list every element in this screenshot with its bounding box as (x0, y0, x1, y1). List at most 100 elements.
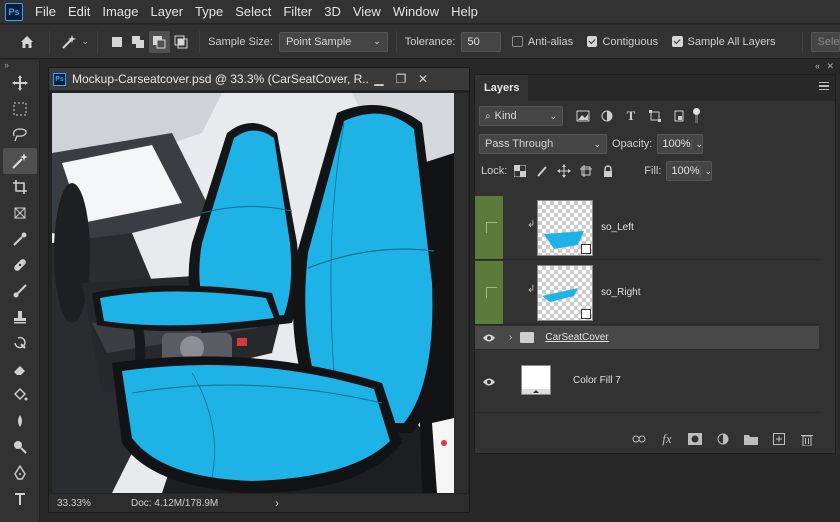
lock-position-icon[interactable] (556, 163, 572, 179)
expand-group-icon[interactable]: › (509, 332, 512, 343)
filter-shape-icon[interactable] (647, 108, 663, 124)
fill-layer-thumbnail[interactable] (521, 365, 551, 395)
menu-select[interactable]: Select (229, 0, 277, 24)
menu-filter[interactable]: Filter (277, 0, 318, 24)
menu-view[interactable]: View (347, 0, 387, 24)
marquee-tool[interactable] (3, 96, 37, 122)
menu-image[interactable]: Image (96, 0, 144, 24)
crop-tool[interactable] (3, 174, 37, 200)
close-panels-icon[interactable]: ✕ (826, 61, 834, 72)
menu-file[interactable]: File (29, 0, 62, 24)
eyedropper-tool[interactable] (3, 226, 37, 252)
blend-mode-select[interactable]: Pass Through ⌄ (479, 134, 607, 154)
menu-edit[interactable]: Edit (62, 0, 96, 24)
layer-row-so-left[interactable]: ↲ so_Left (475, 196, 819, 260)
eye-icon[interactable] (475, 326, 503, 349)
home-icon[interactable] (16, 31, 37, 53)
minimize-button[interactable]: ▁ (368, 68, 390, 90)
vertical-scrollbar[interactable] (454, 93, 468, 493)
chevron-down-icon: ⌄ (699, 165, 712, 177)
lock-image-pixels-icon[interactable] (534, 163, 550, 179)
lock-transparent-pixels-icon[interactable] (512, 163, 528, 179)
lasso-tool[interactable] (3, 122, 37, 148)
trash-icon[interactable] (799, 431, 815, 447)
clone-stamp-tool[interactable] (3, 304, 37, 330)
layer-name[interactable]: Color Fill 7 (573, 375, 621, 386)
history-brush-tool[interactable] (3, 330, 37, 356)
layer-row-so-right[interactable]: ↲ so_Right (475, 261, 819, 325)
collapse-panels-icon[interactable]: « (815, 61, 820, 71)
tab-layers[interactable]: Layers (475, 75, 529, 101)
new-layer-icon[interactable] (771, 431, 787, 447)
new-selection-icon[interactable] (106, 31, 127, 53)
menu-layer[interactable]: Layer (145, 0, 190, 24)
status-menu-arrow-icon[interactable]: › (275, 496, 279, 510)
layers-panel: Layers ⌕ Kind ⌄ T Pass Through ⌄ Opacity… (474, 74, 836, 454)
layer-name[interactable]: so_Left (601, 222, 634, 233)
photoshop-logo[interactable]: Ps (5, 2, 23, 21)
layer-row-carseatcover[interactable]: › CarSeatCover (475, 326, 819, 350)
layer-thumbnail-so-right[interactable] (537, 265, 593, 321)
layer-thumbnail-so-left[interactable] (537, 200, 593, 256)
move-tool[interactable] (3, 70, 37, 96)
tolerance-input[interactable]: 50 (461, 31, 501, 52)
layer-name[interactable]: so_Right (601, 287, 640, 298)
filter-adjustment-icon[interactable] (599, 108, 615, 124)
sample-all-layers-checkbox[interactable] (671, 36, 683, 47)
chevron-down-icon: ⌄ (373, 36, 381, 46)
filter-toggle-switch[interactable] (693, 108, 701, 124)
menu-help[interactable]: Help (445, 0, 484, 24)
new-group-icon[interactable] (743, 431, 759, 447)
close-button[interactable]: ✕ (412, 68, 434, 90)
menu-type[interactable]: Type (189, 0, 229, 24)
brush-tool[interactable] (3, 278, 37, 304)
panel-collapse-icon[interactable]: » (0, 60, 39, 70)
smart-object-icon (581, 309, 591, 319)
document-canvas[interactable] (52, 93, 454, 493)
type-tool[interactable] (3, 486, 37, 512)
lock-all-icon[interactable] (600, 163, 616, 179)
layer-name[interactable]: CarSeatCover (545, 332, 608, 343)
magic-wand-preset-icon[interactable] (58, 31, 79, 53)
sample-size-select[interactable]: Point Sample ⌄ (278, 31, 388, 52)
pen-tool[interactable] (3, 460, 37, 486)
paint-bucket-tool[interactable] (3, 382, 37, 408)
menu-window[interactable]: Window (387, 0, 445, 24)
layer-visibility-toggle[interactable] (475, 261, 503, 324)
contiguous-checkbox[interactable] (586, 36, 598, 47)
frame-tool[interactable] (3, 200, 37, 226)
maximize-button[interactable]: ❐ (390, 68, 412, 90)
opacity-input[interactable]: 100% ⌄ (657, 134, 704, 154)
select-subject-button[interactable]: Sele (810, 31, 840, 52)
fill-input[interactable]: 100% ⌄ (666, 161, 713, 181)
panel-menu-icon[interactable] (819, 82, 829, 90)
layer-mask-icon[interactable] (687, 431, 703, 447)
blur-tool[interactable] (3, 408, 37, 434)
chevron-down-icon[interactable]: ⌄ (82, 36, 90, 47)
filter-pixel-icon[interactable] (575, 108, 591, 124)
layer-style-icon[interactable]: fx (659, 431, 675, 447)
antialias-checkbox[interactable] (512, 36, 523, 47)
layer-visibility-toggle[interactable] (475, 196, 503, 259)
chevron-down-icon: ⌄ (549, 110, 557, 121)
lock-label: Lock: (481, 165, 508, 177)
adjustment-layer-icon[interactable] (715, 431, 731, 447)
eraser-tool[interactable] (3, 356, 37, 382)
filter-type-icon[interactable]: T (623, 108, 639, 124)
healing-brush-tool[interactable] (3, 252, 37, 278)
magic-wand-tool[interactable] (3, 148, 37, 174)
layers-scrollbar[interactable] (836, 74, 840, 454)
layer-row-color-fill[interactable]: Color Fill 7 (475, 351, 819, 413)
eye-icon[interactable] (475, 351, 503, 412)
lock-artboard-icon[interactable] (578, 163, 594, 179)
intersect-selection-icon[interactable] (170, 31, 191, 53)
zoom-level[interactable]: 33.33% (49, 498, 95, 509)
filter-smart-object-icon[interactable] (671, 108, 687, 124)
filter-kind-select[interactable]: ⌕ Kind ⌄ (479, 106, 563, 126)
add-to-selection-icon[interactable] (127, 31, 148, 53)
subtract-from-selection-icon[interactable] (148, 30, 170, 53)
document-title-bar[interactable]: Ps Mockup-Carseatcover.psd @ 33.3% (CarS… (49, 68, 469, 90)
dodge-tool[interactable] (3, 434, 37, 460)
menu-3d[interactable]: 3D (318, 0, 347, 24)
link-layers-icon[interactable] (631, 431, 647, 447)
